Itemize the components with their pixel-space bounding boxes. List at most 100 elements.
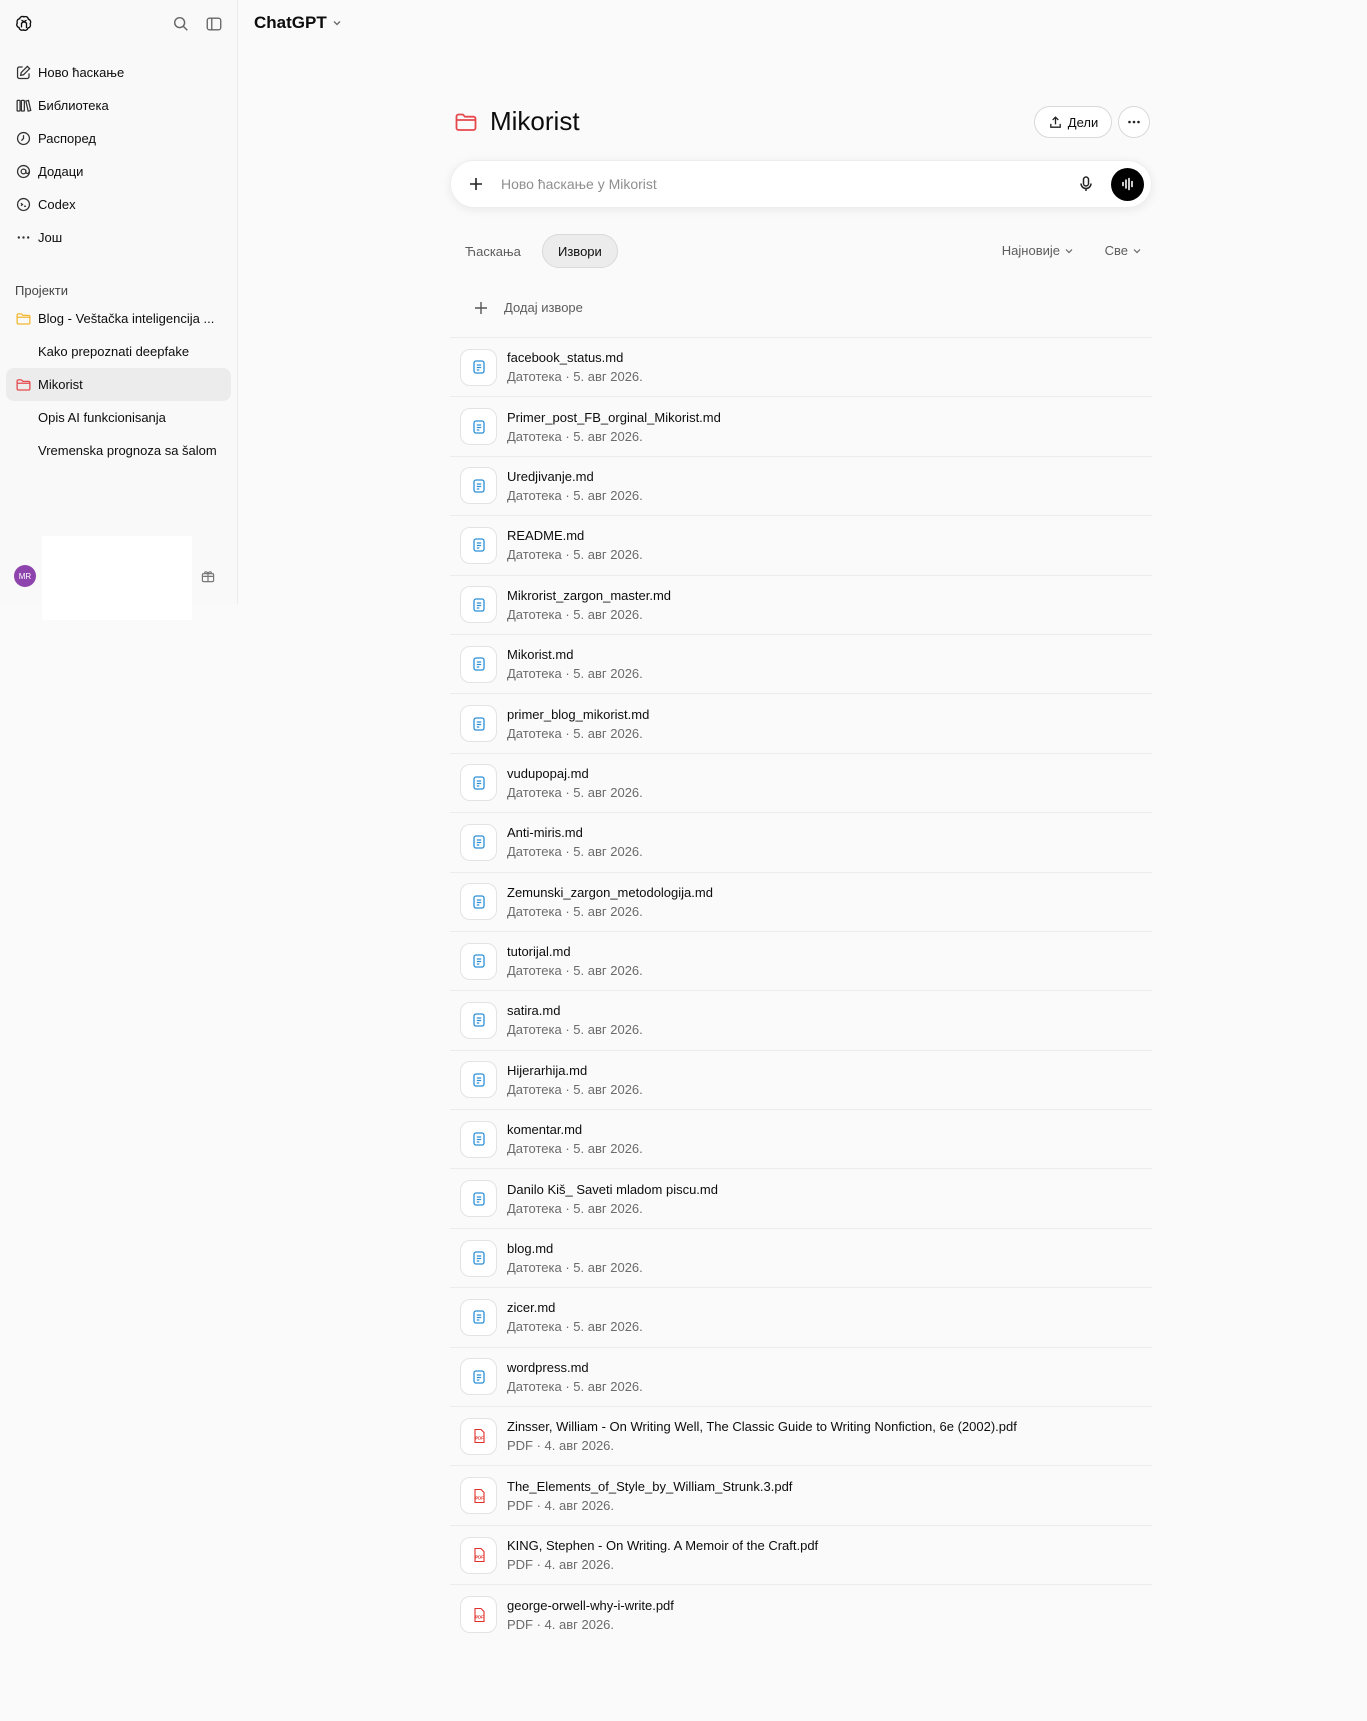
file-row[interactable]: facebook_status.md Датотека · 5. авг 2026… [450, 338, 1152, 398]
sidebar: Ново ћаскање Библиотека Распоред Додаци … [0, 0, 238, 620]
plus-icon[interactable] [467, 175, 485, 193]
file-row[interactable]: Primer_post_FB_orginal_Mikorist.md Датоте… [450, 397, 1152, 457]
file-meta: Primer_post_FB_orginal_Mikorist.md Датоте… [507, 409, 721, 445]
tab-sources[interactable]: Извори [542, 234, 618, 268]
file-name: Anti-miris.md [507, 825, 583, 841]
tab-chats[interactable]: Ћаскања [450, 234, 536, 268]
document-icon [472, 360, 485, 374]
sidebar-item-library[interactable]: Библиотека [0, 89, 237, 122]
file-row[interactable]: Anti-miris.md Датотека · 5. авг 2026. [450, 813, 1152, 873]
sidebar-chat-ai-description[interactable]: Opis AI funkcionisanja [0, 401, 237, 434]
waveform-icon [1121, 177, 1133, 191]
share-button[interactable]: Дели [1034, 106, 1112, 138]
chevron-down-icon [333, 21, 341, 26]
file-details: Датотека · 5. авг 2026. [507, 428, 643, 444]
folder-icon [16, 313, 31, 325]
file-name: Mikrorist_zargon_master.md [507, 587, 671, 603]
file-row[interactable]: PDF george-orwell-why-i-write.pdf PDF · 4.… [450, 1585, 1152, 1644]
pdf-icon: PDF [473, 1547, 485, 1563]
svg-text:PDF: PDF [475, 1436, 484, 1441]
file-details: PDF · 4. авг 2026. [507, 1497, 615, 1513]
file-row[interactable]: Hijerarhija.md Датотека · 5. авг 2026. [450, 1051, 1152, 1111]
file-name: Mikorist.md [507, 647, 574, 663]
avatar[interactable]: MR [14, 565, 36, 587]
file-details: Датотека · 5. авг 2026. [507, 666, 643, 682]
sidebar-chat-deepfake[interactable]: Kako prepoznati deepfake [0, 335, 237, 368]
file-details: Датотека · 5. авг 2026. [507, 963, 643, 979]
file-type-icon [460, 1061, 497, 1099]
file-row[interactable]: Uredjivanje.md Датотека · 5. авг 2026. [450, 457, 1152, 517]
add-sources-label: Додај изворе [504, 300, 583, 315]
document-icon [472, 1073, 485, 1087]
file-row[interactable]: Zemunski_zargon_metodologija.md Датотека … [450, 873, 1152, 932]
file-details: Датотека · 5. авг 2026. [507, 606, 643, 622]
source-file-list: facebook_status.md Датотека · 5. авг 2026… [450, 338, 1152, 1645]
file-row[interactable]: README.md Датотека · 5. авг 2026. [450, 516, 1152, 576]
file-row[interactable]: zicer.md Датотека · 5. авг 2026. [450, 1288, 1152, 1348]
ellipsis-icon [1128, 120, 1140, 124]
sidebar-project-mikorist[interactable]: Mikorist [6, 368, 231, 401]
type-filter-dropdown[interactable]: Све [1105, 243, 1142, 258]
file-row[interactable]: Mikrorist_zargon_master.md Датотека · 5. … [450, 576, 1152, 635]
sidebar-item-new-chat[interactable]: Ново ћаскање [0, 56, 237, 89]
file-meta: Uredjivanje.md Датотека · 5. авг 2026. [507, 468, 643, 504]
sidebar-item-schedule[interactable]: Распоред [0, 122, 237, 155]
model-selector[interactable]: ChatGPT [254, 13, 343, 33]
sidebar-item-more[interactable]: Још [0, 221, 237, 254]
app-title: ChatGPT [254, 13, 327, 32]
gift-icon[interactable] [200, 568, 216, 584]
sidebar-chat-weather[interactable]: Vremenska prognoza sa šalom [0, 434, 237, 467]
file-row[interactable]: vudupopaj.md Датотека · 5. авг 2026. [450, 754, 1152, 814]
file-row[interactable]: PDF Zinsser, William - On Writing Well, T… [450, 1407, 1152, 1467]
file-meta: zicer.md Датотека · 5. авг 2026. [507, 1299, 643, 1335]
sidebar-chat-label: Vremenska prognoza sa šalom [38, 443, 217, 458]
openai-logo-icon[interactable] [14, 14, 34, 34]
file-details: Датотека · 5. авг 2026. [507, 1378, 643, 1394]
file-name: Uredjivanje.md [507, 468, 594, 484]
file-meta: blog.md Датотека · 5. авг 2026. [507, 1240, 643, 1276]
file-row[interactable]: PDF The_Elements_of_Style_by_William_Stru… [450, 1466, 1152, 1526]
file-row[interactable]: wordpress.md Датотека · 5. авг 2026. [450, 1348, 1152, 1408]
voice-mode-button[interactable] [1111, 167, 1144, 201]
file-row[interactable]: blog.md Датотека · 5. авг 2026. [450, 1229, 1152, 1289]
sidebar-toggle-icon[interactable] [205, 15, 223, 33]
file-row[interactable]: Mikorist.md Датотека · 5. авг 2026. [450, 635, 1152, 695]
file-details: Датотека · 5. авг 2026. [507, 1022, 643, 1038]
file-name: zicer.md [507, 1300, 556, 1316]
file-row[interactable]: satira.md Датотека · 5. авг 2026. [450, 991, 1152, 1051]
file-row[interactable]: PDF KING, Stephen - On Writing. A Memoir … [450, 1526, 1152, 1586]
file-type-icon [460, 1001, 497, 1039]
add-sources-button[interactable]: Додај изворе [450, 278, 1152, 338]
search-icon[interactable] [172, 15, 190, 33]
file-type-icon [460, 942, 497, 980]
file-details: Датотека · 5. авг 2026. [507, 903, 643, 919]
chevron-down-icon [1065, 248, 1073, 253]
composer-input[interactable]: Ново ћаскање у Mikorist [501, 176, 1077, 192]
sidebar-item-codex[interactable]: Codex [0, 188, 237, 221]
folder-icon [455, 113, 477, 131]
project-main: Mikorist Дели Ново ћаскање у Mikorist Ћа… [450, 100, 1152, 1645]
more-options-button[interactable] [1118, 106, 1150, 138]
document-icon [472, 598, 485, 612]
document-icon [472, 1132, 485, 1146]
file-meta: satira.md Датотека · 5. авг 2026. [507, 1002, 643, 1038]
file-meta: Zinsser, William - On Writing Well, The … [507, 1418, 1017, 1454]
file-details: Датотека · 5. авг 2026. [507, 1319, 643, 1335]
file-row[interactable]: primer_blog_mikorist.md Датотека · 5. авг… [450, 694, 1152, 754]
sort-dropdown[interactable]: Најновије [1002, 243, 1074, 258]
document-icon [472, 657, 485, 671]
document-icon [472, 479, 485, 493]
sidebar-project-blog[interactable]: Blog - Veštačka inteligencija ... [0, 302, 237, 335]
sidebar-item-addons[interactable]: Додаци [0, 155, 237, 188]
microphone-icon[interactable] [1077, 175, 1095, 193]
project-header: Mikorist Дели [450, 100, 1152, 144]
file-details: Датотека · 5. авг 2026. [507, 369, 643, 385]
file-row[interactable]: tutorijal.md Датотека · 5. авг 2026. [450, 932, 1152, 992]
pdf-icon: PDF [473, 1607, 485, 1622]
file-type-icon: PDF [460, 1417, 497, 1455]
file-row[interactable]: komentar.md Датотека · 5. авг 2026. [450, 1110, 1152, 1170]
file-row[interactable]: Danilo Kiš_ Saveti mladom piscu.md Датоте… [450, 1169, 1152, 1229]
sidebar-item-label: Још [38, 230, 63, 245]
file-details: Датотека · 5. авг 2026. [507, 1200, 643, 1216]
file-name: Primer_post_FB_orginal_Mikorist.md [507, 409, 721, 425]
